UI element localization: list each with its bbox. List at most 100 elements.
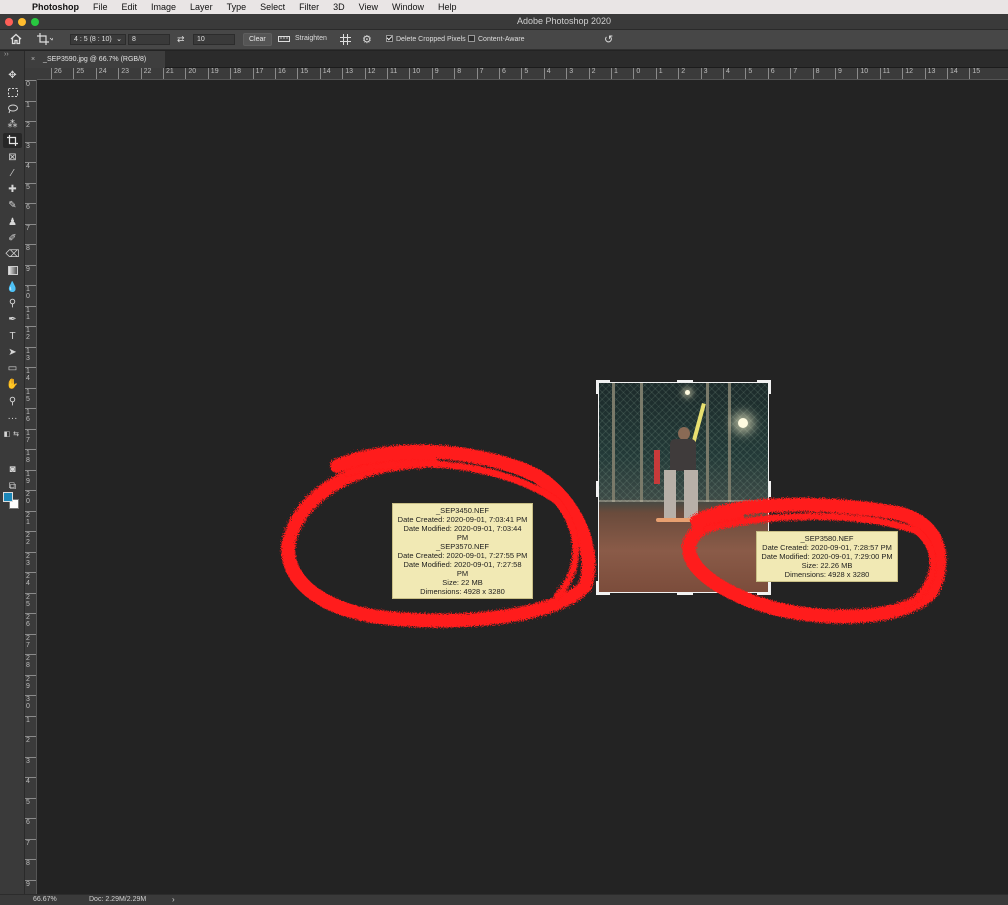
overlay-grid-icon[interactable] (340, 34, 351, 45)
healing-brush-tool-icon[interactable]: ✚ (3, 182, 22, 197)
ruler-tick-label: 1 2 (25, 326, 36, 341)
menu-app-photoshop[interactable]: Photoshop (30, 2, 86, 12)
window-title: Adobe Photoshop 2020 (516, 16, 612, 26)
crop-tool-preset-icon[interactable] (37, 33, 53, 45)
red-marker-annotations (281, 444, 947, 628)
eraser-tool-icon[interactable]: ⌫ (3, 247, 22, 262)
frame-tool-icon[interactable]: ⊠ (3, 150, 22, 165)
menu-edit[interactable]: Edit (115, 2, 145, 12)
default-colors-icon[interactable]: ◧ (3, 426, 11, 441)
hand-tool-icon[interactable]: ✋ (3, 377, 22, 392)
ruler-tick-label: 7 (25, 223, 36, 232)
ruler-origin[interactable] (25, 68, 37, 80)
menu-bar: Photoshop File Edit Image Layer Type Sel… (0, 0, 1008, 14)
crop-handle-top[interactable] (677, 380, 693, 383)
more-tools-icon[interactable]: ··· (3, 411, 22, 426)
ruler-tick-label: 2 3 (25, 551, 36, 567)
chevron-right-icon[interactable]: › (172, 895, 175, 904)
crop-handle-top-right[interactable] (768, 380, 771, 394)
menu-3d[interactable]: 3D (326, 2, 352, 12)
move-tool-icon[interactable]: ✥ (3, 68, 22, 83)
ruler-tick-label: 2 1 (25, 510, 36, 526)
document-tab-title: _SEP3590.jpg @ 66.7% (RGB/8) (43, 56, 147, 63)
blur-tool-icon[interactable]: 💧 (3, 280, 22, 295)
crop-bounding-box[interactable] (596, 380, 771, 595)
menu-window[interactable]: Window (385, 2, 431, 12)
crop-handle-left[interactable] (596, 481, 599, 497)
eyedropper-tool-icon[interactable]: ⁄ (3, 166, 22, 181)
rectangle-tool-icon[interactable]: ▭ (3, 361, 22, 376)
marquee-tool-icon[interactable] (3, 85, 22, 100)
ruler-tick-label: 17 (252, 68, 263, 79)
lasso-tool-icon[interactable] (3, 101, 22, 116)
pen-tool-icon[interactable]: ✒ (3, 312, 22, 327)
crop-handle-bottom[interactable] (677, 592, 693, 595)
history-brush-tool-icon[interactable]: ✐ (3, 231, 22, 246)
magic-wand-tool-icon[interactable]: ⁂ (3, 117, 22, 132)
crop-tool-icon[interactable] (3, 133, 22, 148)
document-canvas[interactable]: _SEP3450.NEF Date Created: 2020-09-01, 7… (37, 81, 1008, 894)
straighten-icon[interactable] (278, 34, 290, 44)
home-icon[interactable] (10, 33, 22, 45)
swap-colors-icon[interactable]: ⇆ (12, 426, 20, 441)
gear-icon[interactable]: ⚙ (362, 33, 372, 46)
checkbox-unchecked-icon (468, 35, 475, 42)
brush-tool-icon[interactable]: ✎ (3, 198, 22, 213)
ruler-tick-label: 8 (812, 68, 820, 79)
ruler-tick-label: 8 (25, 244, 36, 252)
ruler-tick-label: 3 (25, 141, 36, 150)
ruler-tick-label: 14 (319, 68, 331, 79)
straighten-button[interactable]: Straighten (295, 35, 327, 42)
crop-ratio-value: 4 : 5 (8 : 10) (74, 36, 112, 43)
crop-handle-right[interactable] (768, 481, 771, 497)
ruler-tick-label: 1 7 (25, 428, 36, 444)
ruler-tick-label: 5 (25, 182, 36, 191)
menu-select[interactable]: Select (253, 2, 292, 12)
menu-help[interactable]: Help (431, 2, 464, 12)
ruler-tick-label: 0 (633, 68, 640, 79)
vertical-ruler[interactable]: 0 1 2 3 4 5 6 7 8 9 1 0 1 1 1 2 1 3 1 4 1 5 1 6 1 7 1 8 1 9… (25, 80, 37, 894)
clear-button[interactable]: Clear (243, 33, 272, 46)
ruler-tick-label: 2 4 (25, 572, 36, 587)
screen-mode-icon[interactable]: ⧉ (3, 479, 22, 494)
horizontal-ruler[interactable]: 26 25 24 23 22 21 20 19 18 17 16 15 14 13 12 11 10 9 8 7 6 5 4… (25, 68, 1008, 80)
dodge-tool-icon[interactable]: ⚲ (3, 296, 22, 311)
content-aware-checkbox[interactable]: Content-Aware (468, 35, 525, 43)
delete-cropped-pixels-checkbox[interactable]: Delete Cropped Pixels (386, 35, 466, 43)
ruler-tick-label: 5 (745, 68, 752, 79)
menu-view[interactable]: View (352, 2, 385, 12)
quick-mask-icon[interactable]: ◙ (3, 462, 22, 477)
zoom-level-field[interactable]: 66.67% (33, 896, 57, 903)
zoom-tool-icon[interactable]: ⚲ (3, 394, 22, 409)
path-selection-tool-icon[interactable]: ➤ (3, 345, 22, 360)
menu-type[interactable]: Type (220, 2, 254, 12)
gradient-tool-icon[interactable] (3, 263, 22, 278)
menu-file[interactable]: File (86, 2, 115, 12)
menu-layer[interactable]: Layer (183, 2, 220, 12)
swap-dimensions-icon[interactable]: ⇄ (177, 34, 185, 45)
ruler-tick-label: 10 (409, 68, 420, 79)
crop-handle-bottom-right[interactable] (768, 581, 771, 595)
ruler-tick-label: 10 (857, 68, 868, 79)
ruler-tick-label: 21 (163, 68, 174, 79)
type-tool-icon[interactable]: T (3, 329, 22, 344)
ruler-tick-label: 7 (790, 68, 797, 79)
ruler-tick-label: 4 (25, 777, 36, 785)
crop-height-input[interactable]: 10 (193, 34, 235, 45)
ruler-tick-label: 15 (297, 68, 308, 79)
crop-width-input[interactable]: 8 (128, 34, 170, 45)
reset-undo-icon[interactable]: ↺ (604, 33, 613, 46)
document-tab[interactable]: × _SEP3590.jpg @ 66.7% (RGB/8) (25, 51, 165, 68)
crop-handle-top-left[interactable] (596, 380, 599, 394)
close-tab-icon[interactable]: × (31, 56, 35, 63)
menu-image[interactable]: Image (144, 2, 183, 12)
ruler-tick-label: 13 (924, 68, 935, 79)
menu-filter[interactable]: Filter (292, 2, 326, 12)
panel-collapse-icon[interactable]: ›› (4, 51, 9, 58)
crop-handle-bottom-left[interactable] (596, 581, 599, 595)
clone-stamp-tool-icon[interactable]: ♟ (3, 215, 22, 230)
crop-ratio-select[interactable]: 4 : 5 (8 : 10) ⌄ (70, 34, 126, 45)
ruler-tick-label: 11 (879, 68, 890, 79)
status-bar: 66.67% Doc: 2.29M/2.29M › (0, 894, 1008, 905)
ruler-tick-label: 8 (454, 68, 461, 79)
